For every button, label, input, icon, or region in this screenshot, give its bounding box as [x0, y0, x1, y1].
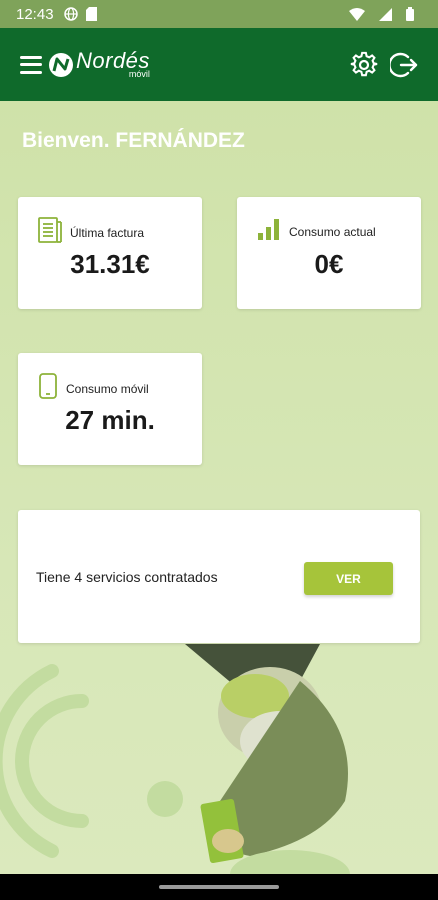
- sim-card-icon: [85, 7, 97, 21]
- app-bar: Nordés móvil: [0, 28, 438, 101]
- services-card: Tiene 4 servicios contratados VER: [18, 510, 420, 643]
- last-invoice-label: Última factura: [70, 225, 145, 240]
- signal-bars-icon: [257, 217, 281, 246]
- phone-icon: [38, 373, 58, 404]
- battery-icon: [406, 7, 414, 21]
- current-usage-card[interactable]: Consumo actual 0€: [237, 197, 421, 309]
- current-usage-label: Consumo actual: [289, 224, 376, 239]
- signal-icon: [379, 7, 392, 21]
- current-usage-value: 0€: [314, 249, 344, 279]
- welcome-heading: Bienven. FERNÁNDEZ: [22, 129, 245, 152]
- settings-icon[interactable]: [350, 51, 378, 79]
- wifi-icon: [349, 7, 365, 21]
- last-invoice-card[interactable]: Última factura 31.31€: [18, 197, 202, 309]
- home-handle[interactable]: [159, 885, 279, 889]
- logout-icon[interactable]: [390, 51, 418, 79]
- ver-button[interactable]: VER: [304, 562, 393, 595]
- menu-icon[interactable]: [20, 55, 42, 74]
- main-content: Bienven. FERNÁNDEZ Última factura 31.31€: [0, 101, 438, 874]
- logo-subtitle: móvil: [128, 69, 150, 79]
- invoice-icon: [38, 217, 62, 248]
- globe-icon: [63, 7, 78, 21]
- logo: Nordés móvil: [48, 50, 150, 79]
- services-text: Tiene 4 servicios contratados: [36, 569, 218, 585]
- mobile-usage-card[interactable]: Consumo móvil 27 min.: [18, 353, 202, 465]
- status-time: 12:43: [16, 5, 54, 23]
- logo-mark-icon: [49, 52, 73, 77]
- mascot-illustration: [0, 644, 350, 874]
- mobile-usage-value: 27 min.: [65, 405, 155, 435]
- mobile-usage-label: Consumo móvil: [66, 381, 149, 396]
- system-nav-bar: [0, 874, 438, 900]
- status-bar: 12:43: [0, 0, 438, 28]
- last-invoice-value: 31.31€: [70, 249, 150, 279]
